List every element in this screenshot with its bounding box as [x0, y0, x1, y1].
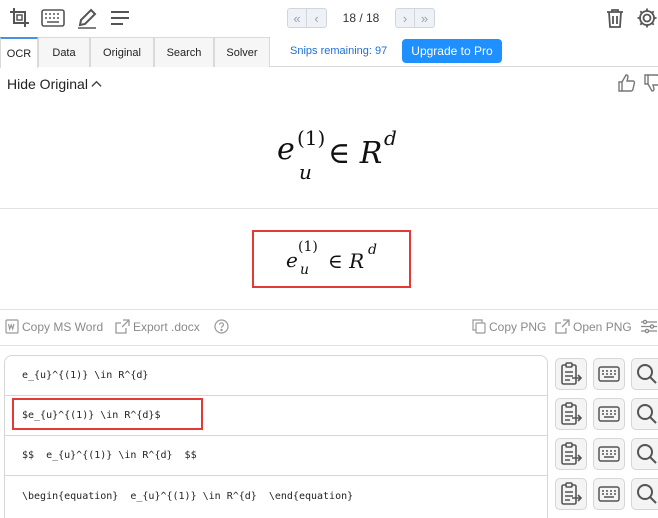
math-subscript: u	[299, 160, 312, 184]
hide-original-toggle[interactable]: Hide Original	[7, 76, 102, 92]
keyboard-input-button[interactable]	[593, 398, 625, 430]
result-highlight-box	[12, 398, 203, 430]
search-button[interactable]	[631, 398, 658, 430]
chevron-up-icon	[91, 80, 102, 87]
math-set-superscript: d	[384, 126, 397, 150]
keyboard-icon	[598, 486, 620, 502]
tab-original[interactable]: Original	[90, 37, 154, 67]
pen-icon[interactable]	[75, 6, 99, 30]
tab-search[interactable]: Search	[154, 37, 214, 67]
divider	[0, 309, 658, 310]
keyboard-icon	[598, 446, 620, 462]
export-icon	[115, 319, 130, 334]
crop-icon[interactable]	[8, 6, 32, 30]
result-row[interactable]: e_{u}^{(1)} \in R^{d}	[5, 356, 547, 396]
snips-remaining: Snips remaining: 97	[290, 45, 388, 57]
menu-icon[interactable]	[108, 6, 132, 30]
original-equation-image: e u (1) ∈ R d	[277, 126, 397, 184]
tab-solver[interactable]: Solver	[214, 37, 270, 67]
first-page-button[interactable]: «	[287, 8, 307, 28]
copy-clipboard-button[interactable]	[555, 478, 587, 510]
math-rest: ∈ R	[328, 249, 365, 273]
math-superscript: (1)	[298, 239, 318, 255]
last-page-button[interactable]: »	[415, 8, 435, 28]
chevron-right-icon: ›	[402, 10, 408, 26]
copy-clipboard-button[interactable]	[555, 438, 587, 470]
copy-clipboard-button[interactable]	[555, 398, 587, 430]
rendered-equation: e u (1) ∈ R d	[286, 239, 377, 278]
divider	[0, 345, 658, 346]
math-rest: ∈ R	[328, 136, 383, 171]
double-chevron-left-icon: «	[293, 10, 301, 26]
tab-ocr[interactable]: OCR	[0, 37, 38, 68]
math-base: e	[286, 248, 298, 272]
tab-data[interactable]: Data	[38, 37, 90, 67]
search-icon	[636, 403, 658, 425]
math-superscript: (1)	[297, 126, 326, 150]
prev-page-button[interactable]: ‹	[307, 8, 327, 28]
search-icon	[636, 363, 658, 385]
export-docx-button[interactable]: Export .docx	[115, 319, 200, 334]
page-counter: 18 / 18	[342, 11, 380, 25]
next-page-button[interactable]: ›	[395, 8, 415, 28]
trash-icon[interactable]	[603, 6, 627, 30]
upgrade-button[interactable]: Upgrade to Pro	[402, 39, 502, 63]
open-icon	[555, 319, 570, 334]
math-subscript: u	[300, 262, 310, 278]
top-toolbar: « ‹ 18 / 18 › »	[0, 0, 658, 37]
sliders-icon[interactable]	[640, 319, 658, 334]
keyboard-input-button[interactable]	[593, 478, 625, 510]
result-row[interactable]: $$ e_{u}^{(1)} \in R^{d} $$	[5, 436, 547, 476]
thumbs-up-icon[interactable]	[617, 73, 637, 93]
gear-icon[interactable]	[635, 6, 658, 30]
keyboard-icon	[598, 406, 620, 422]
search-button[interactable]	[631, 438, 658, 470]
open-png-button[interactable]: Open PNG	[555, 319, 632, 334]
latex-results-list: e_{u}^{(1)} \in R^{d} $e_{u}^{(1)} \in R…	[4, 355, 548, 518]
pager: « ‹ 18 / 18 › »	[287, 8, 435, 28]
copy-icon	[472, 319, 486, 334]
result-row[interactable]: \begin{equation} e_{u}^{(1)} \in R^{d} \…	[5, 476, 547, 516]
action-row: Copy MS Word Export .docx Copy PNG Open …	[0, 316, 658, 340]
keyboard-icon[interactable]	[41, 6, 65, 30]
clipboard-icon	[560, 442, 582, 466]
search-icon	[636, 483, 658, 505]
math-set-superscript: d	[368, 242, 377, 258]
copy-ms-word-button[interactable]: Copy MS Word	[5, 319, 103, 334]
search-button[interactable]	[631, 478, 658, 510]
clipboard-icon	[560, 362, 582, 386]
help-icon[interactable]	[214, 319, 232, 334]
search-icon	[636, 443, 658, 465]
word-icon	[5, 319, 19, 334]
double-chevron-right-icon: »	[420, 10, 429, 26]
divider	[0, 208, 658, 209]
search-button[interactable]	[631, 358, 658, 390]
math-base: e	[277, 132, 295, 167]
thumbs-down-icon[interactable]	[643, 73, 658, 93]
keyboard-input-button[interactable]	[593, 358, 625, 390]
copy-png-button[interactable]: Copy PNG	[472, 319, 546, 334]
clipboard-icon	[560, 402, 582, 426]
keyboard-input-button[interactable]	[593, 438, 625, 470]
copy-clipboard-button[interactable]	[555, 358, 587, 390]
keyboard-icon	[598, 366, 620, 382]
clipboard-icon	[560, 482, 582, 506]
chevron-left-icon: ‹	[314, 10, 319, 26]
